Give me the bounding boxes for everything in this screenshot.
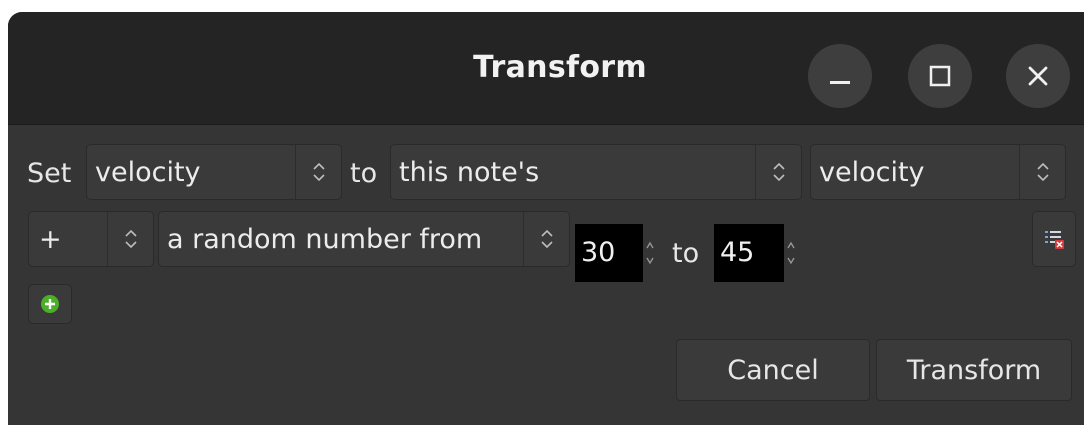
cancel-button[interactable]: Cancel: [676, 339, 870, 401]
chevron-updown-icon: [295, 145, 341, 199]
transform-dialog: Transform Set velocity to this note's ve…: [8, 12, 1084, 425]
list-remove-icon: [1045, 231, 1064, 249]
value-type-select[interactable]: a random number from: [158, 211, 570, 267]
close-icon: [1028, 66, 1048, 86]
spin-arrows-icon[interactable]: [786, 240, 796, 266]
source-property-select-value: velocity: [819, 157, 925, 188]
to-value-field[interactable]: 45: [714, 224, 784, 282]
remove-row-button[interactable]: [1032, 211, 1076, 267]
chevron-updown-icon: [523, 212, 569, 266]
maximize-button[interactable]: [908, 44, 972, 108]
from-value-field[interactable]: 30: [575, 224, 643, 282]
to-value-spinner[interactable]: 45: [714, 224, 798, 282]
chevron-updown-icon: [755, 145, 801, 199]
add-icon: [41, 295, 59, 313]
operator-select[interactable]: +: [28, 211, 154, 267]
from-value: 30: [581, 237, 616, 268]
from-value-spinner[interactable]: 30: [575, 224, 657, 282]
chevron-updown-icon: [1019, 145, 1065, 199]
chevron-updown-icon: [107, 212, 153, 266]
title-bar[interactable]: Transform: [8, 12, 1084, 125]
property-select-value: velocity: [95, 157, 201, 188]
value-type-select-value: a random number from: [167, 224, 483, 255]
to-value: 45: [720, 237, 755, 268]
set-label: Set: [27, 158, 72, 189]
close-button[interactable]: [1006, 44, 1070, 108]
source-select-value: this note's: [399, 157, 540, 188]
range-to-label: to: [672, 238, 700, 269]
to-label: to: [350, 158, 378, 189]
source-select[interactable]: this note's: [390, 144, 802, 200]
source-property-select[interactable]: velocity: [810, 144, 1066, 200]
minimize-button[interactable]: [808, 44, 872, 108]
spin-arrows-icon[interactable]: [645, 240, 655, 266]
transform-button[interactable]: Transform: [876, 339, 1072, 401]
property-select[interactable]: velocity: [86, 144, 342, 200]
minimize-icon: [830, 81, 850, 84]
add-row-button[interactable]: [28, 284, 72, 324]
maximize-icon: [929, 65, 951, 87]
operator-select-value: +: [39, 224, 62, 255]
